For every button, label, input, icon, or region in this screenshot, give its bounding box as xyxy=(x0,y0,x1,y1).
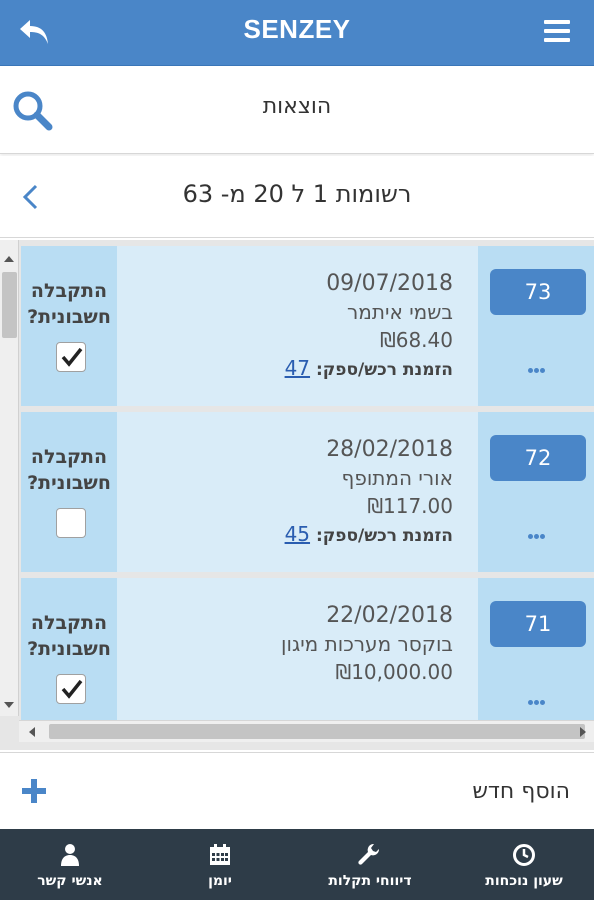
scroll-left-icon[interactable] xyxy=(29,727,35,737)
chevron-left-icon[interactable] xyxy=(18,182,44,212)
order-link[interactable]: 47 xyxy=(285,356,310,380)
invoice-received-cell: התקבלה חשבונית? xyxy=(21,246,117,406)
supplier-name: בוקסר מערכות מיגון xyxy=(281,632,453,656)
list-item[interactable]: התקבלה חשבונית? 22/02/2018 בוקסר מערכות … xyxy=(21,578,594,738)
record-amount: ₪117.00 xyxy=(367,494,453,518)
nav-label: יומן xyxy=(208,873,232,889)
horizontal-scrollbar[interactable] xyxy=(19,720,594,742)
add-new-label[interactable]: הוסף חדש xyxy=(472,779,570,804)
app-header: SENZEY xyxy=(0,0,594,66)
wrench-icon xyxy=(358,843,382,871)
scroll-thumb[interactable] xyxy=(2,272,17,338)
pagination-bar: רשומות 1 ל 20 מ- 63 xyxy=(0,156,594,238)
order-reference: הזמנת רכש/ספק: 47 xyxy=(121,354,453,384)
record-amount: ₪10,000.00 xyxy=(335,660,453,684)
record-date: 09/07/2018 xyxy=(326,271,453,296)
list-item[interactable]: התקבלה חשבונית? 28/02/2018 אורי המתופף ₪… xyxy=(21,412,594,572)
scroll-thumb[interactable] xyxy=(49,724,585,739)
invoice-received-checkbox[interactable] xyxy=(56,674,86,704)
record-details: 28/02/2018 אורי המתופף ₪117.00 הזמנת רכש… xyxy=(121,436,453,550)
record-number-badge[interactable]: 72 xyxy=(490,435,586,481)
invoice-received-checkbox[interactable] xyxy=(56,508,86,538)
list-item[interactable]: התקבלה חשבונית? 09/07/2018 בשמי איתמר ₪6… xyxy=(21,246,594,406)
order-reference: הזמנת רכש/ספק: 45 xyxy=(121,520,453,550)
calendar-icon xyxy=(208,843,232,871)
invoice-received-label: חשבונית? xyxy=(27,306,111,328)
invoice-received-label: חשבונית? xyxy=(27,472,111,494)
supplier-name: אורי המתופף xyxy=(341,466,453,490)
record-number-cell: 73 xyxy=(478,246,594,406)
nav-item-time-clock[interactable]: שעון נוכחות xyxy=(454,829,594,900)
record-number-cell: 71 xyxy=(478,578,594,738)
scroll-right-icon[interactable] xyxy=(580,727,586,737)
more-options-icon[interactable] xyxy=(528,690,550,705)
nav-label: שעון נוכחות xyxy=(485,873,563,889)
nav-item-contacts[interactable]: אנשי קשר xyxy=(0,829,140,900)
records-summary: רשומות 1 ל 20 מ- 63 xyxy=(182,180,412,208)
record-date: 28/02/2018 xyxy=(326,437,453,462)
invoice-received-label: חשבונית? xyxy=(27,638,111,660)
nav-label: דיווחי תקלות xyxy=(328,873,412,889)
order-label: הזמנת רכש/ספק: xyxy=(315,360,453,380)
bottom-navigation: אנשי קשר יומן דיווחי תקלות שעון נוכחות xyxy=(0,829,594,900)
add-new-bar[interactable]: הוסף חדש xyxy=(0,752,594,828)
hamburger-menu-icon[interactable] xyxy=(544,20,570,44)
supplier-name: בשמי איתמר xyxy=(346,300,453,324)
page-header: הוצאות xyxy=(0,66,594,154)
invoice-received-label: התקבלה xyxy=(30,612,108,634)
order-label: הזמנת רכש/ספק: xyxy=(315,526,453,546)
nav-item-fault-reports[interactable]: דיווחי תקלות xyxy=(300,829,440,900)
record-number-badge[interactable]: 71 xyxy=(490,601,586,647)
nav-label: אנשי קשר xyxy=(37,873,103,889)
scroll-up-icon[interactable] xyxy=(4,256,14,262)
vertical-scrollbar[interactable] xyxy=(0,240,19,716)
record-date: 22/02/2018 xyxy=(326,603,453,628)
app-title: SENZEY xyxy=(243,14,351,44)
records-list: התקבלה חשבונית? 09/07/2018 בשמי איתמר ₪6… xyxy=(0,240,594,750)
page-title: הוצאות xyxy=(262,94,332,119)
record-amount: ₪68.40 xyxy=(380,328,453,352)
record-details: 22/02/2018 בוקסר מערכות מיגון ₪10,000.00 xyxy=(121,602,453,686)
nav-item-calendar[interactable]: יומן xyxy=(160,829,280,900)
more-options-icon[interactable] xyxy=(528,358,550,373)
clock-icon xyxy=(512,843,536,871)
person-icon xyxy=(59,843,81,871)
invoice-received-label: התקבלה xyxy=(30,446,108,468)
order-link[interactable]: 45 xyxy=(285,522,310,546)
more-options-icon[interactable] xyxy=(528,524,550,539)
invoice-received-cell: התקבלה חשבונית? xyxy=(21,412,117,572)
plus-icon[interactable] xyxy=(22,779,46,803)
invoice-received-label: התקבלה xyxy=(30,280,108,302)
invoice-received-checkbox[interactable] xyxy=(56,342,86,372)
record-number-cell: 72 xyxy=(478,412,594,572)
record-number-badge[interactable]: 73 xyxy=(490,269,586,315)
invoice-received-cell: התקבלה חשבונית? xyxy=(21,578,117,738)
record-details: 09/07/2018 בשמי איתמר ₪68.40 הזמנת רכש/ס… xyxy=(121,270,453,384)
scroll-down-icon[interactable] xyxy=(4,702,14,708)
